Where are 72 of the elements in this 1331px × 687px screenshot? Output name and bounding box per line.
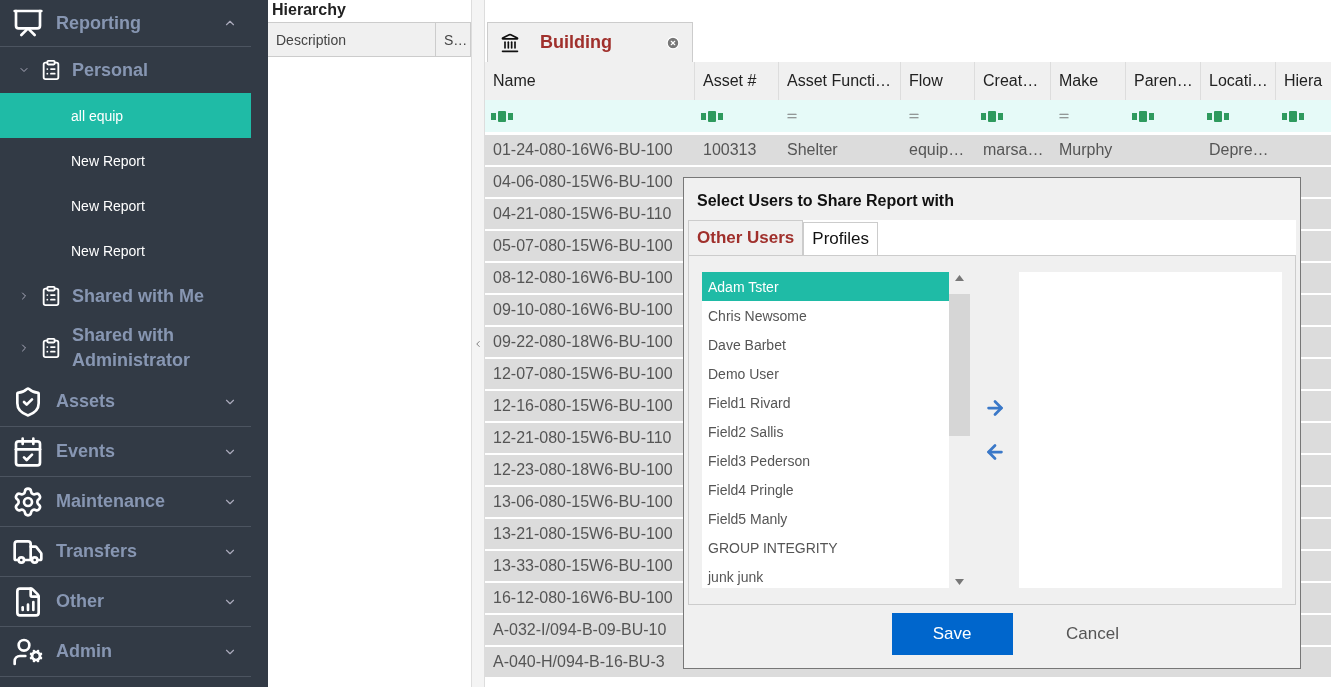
table-cell-text: 09-10-080-16W6-BU-100 [492,300,674,320]
table-cell-text: 08-12-080-16W6-BU-100 [492,268,674,288]
sidebar-item[interactable]: Events [0,427,251,477]
user-item[interactable]: Dave Barbet [702,330,949,359]
sidebar-item[interactable]: Reporting [0,0,251,47]
user-item[interactable]: Field5 Manly [702,504,949,533]
table-cell-text: Shelter [786,140,839,160]
text-filter-icon [1132,110,1154,122]
table-cell-text: 100313 [702,140,758,160]
column-header[interactable]: S… [436,23,471,56]
table-cell-text: A-032-I/094-B-09-BU-10 [492,620,668,640]
sidebar-subitem[interactable]: Shared with Me [0,273,251,319]
close-icon[interactable] [666,35,680,50]
report-item[interactable]: New Report [0,138,251,183]
sidebar-item[interactable]: Maintenance [0,477,251,527]
calendar-check-icon [12,435,44,468]
document-tab[interactable]: Building [487,22,693,62]
text-filter-icon [1282,110,1304,122]
sidebar-item[interactable]: Admin [0,627,251,677]
table-cell-text: marsa… [982,140,1045,160]
user-item[interactable]: junk junk [702,562,949,588]
table-cell-text: Depre… [1208,140,1270,160]
text-filter-icon [1207,110,1229,122]
user-item[interactable]: Field1 Rivard [702,388,949,417]
cancel-button[interactable]: Cancel [1042,613,1143,655]
table-cell-text: 12-07-080-15W6-BU-100 [492,364,674,384]
dialog-tab[interactable]: Profiles [803,222,878,255]
report-item[interactable]: New Report [0,183,251,228]
save-button[interactable]: Save [891,613,1013,655]
user-item[interactable]: Demo User [702,359,949,388]
column-header[interactable]: Description [268,23,436,56]
sidebar-item[interactable]: Transfers [0,527,251,577]
table-cell-text: A-040-H/094-B-16-BU-3 [492,652,666,672]
user-item[interactable]: Field2 Sallis [702,417,949,446]
sidebar-item[interactable]: Assets [0,377,251,427]
report-item[interactable]: New Report [0,228,251,273]
table-cell-text: 04-06-080-15W6-BU-100 [492,172,674,192]
clipboard-icon [40,285,62,307]
table-cell-text: 13-21-080-15W6-BU-100 [492,524,674,544]
presentation-chart-icon [12,7,44,39]
scroll-down-icon[interactable] [955,579,964,585]
text-filter-icon [981,110,1003,122]
user-item[interactable]: Field3 Pederson [702,446,949,475]
table-cell-text: 13-06-080-15W6-BU-100 [492,492,674,512]
sidebar-subitem[interactable]: Shared with Administrator [0,319,251,377]
table-cell-text: 12-16-080-15W6-BU-100 [492,396,674,416]
sidebar-subitem[interactable]: Personal [0,47,251,93]
table-cell-text: equip… [908,140,966,160]
chevron-left-icon [473,338,483,349]
text-filter-icon [491,110,513,122]
panel-title: Hierarchy [271,0,347,20]
table-cell-text: 01-24-080-16W6-BU-100 [492,140,674,160]
table-cell-text: Murphy [1058,140,1114,160]
dialog-tab[interactable]: Other Users [688,220,804,255]
scroll-up-icon[interactable] [955,275,964,281]
text-filter-icon [701,110,723,122]
table-cell-text: 16-12-080-16W6-BU-100 [492,588,674,608]
user-item[interactable]: Field4 Pringle [702,475,949,504]
sidebar-item[interactable]: Other [0,577,251,627]
clipboard-icon [40,59,62,81]
clipboard-icon [40,337,62,359]
user-item[interactable]: Chris Newsome [702,301,949,330]
table-cell-text: 09-22-080-18W6-BU-100 [492,332,674,352]
table-cell-text: 12-21-080-15W6-BU-110 [492,428,673,448]
gear-icon [12,485,44,518]
table-cell-text: 05-07-080-15W6-BU-100 [492,236,674,256]
table-cell-text: 12-23-080-18W6-BU-100 [492,460,674,480]
user-item[interactable]: GROUP INTEGRITY [702,533,949,562]
building-icon [500,32,520,53]
dialog-title: Select Users to Share Report with [696,191,955,211]
table-cell-text: 04-21-080-15W6-BU-110 [492,204,673,224]
table-cell-text: 13-33-080-15W6-BU-100 [492,556,674,576]
